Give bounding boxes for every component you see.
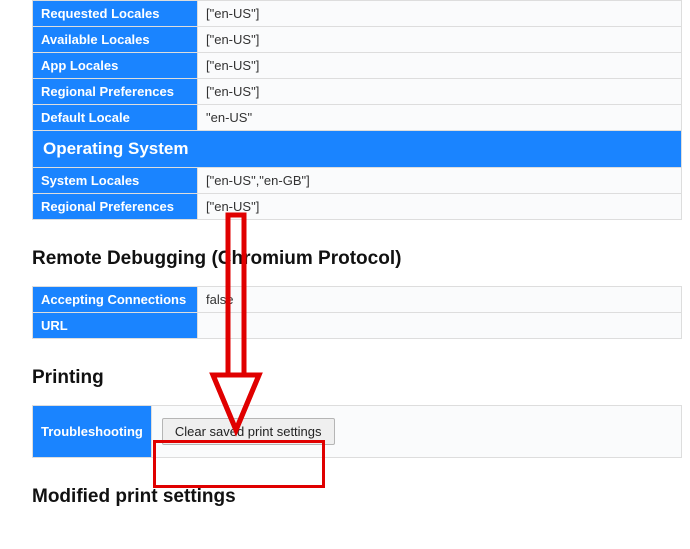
requested-locales-label: Requested Locales <box>33 1 198 27</box>
url-label: URL <box>33 313 198 339</box>
accepting-connections-value: false <box>198 287 682 313</box>
regional-preferences-label: Regional Preferences <box>33 79 198 105</box>
clear-saved-print-settings-button[interactable]: Clear saved print settings <box>162 418 335 445</box>
app-locales-value: ["en-US"] <box>198 53 682 79</box>
system-locales-value: ["en-US","en-GB"] <box>198 168 682 194</box>
printing-title: Printing <box>32 367 690 389</box>
table-row: Accepting Connections false <box>33 287 682 313</box>
table-row: Requested Locales ["en-US"] <box>33 1 682 27</box>
table-row: Regional Preferences ["en-US"] <box>33 79 682 105</box>
accepting-connections-label: Accepting Connections <box>33 287 198 313</box>
troubleshooting-label: Troubleshooting <box>33 406 152 458</box>
table-row: URL <box>33 313 682 339</box>
table-row: Default Locale "en-US" <box>33 105 682 131</box>
table-row: Regional Preferences ["en-US"] <box>33 194 682 220</box>
printing-table: Troubleshooting Clear saved print settin… <box>32 405 682 458</box>
remote-debugging-title: Remote Debugging (Chromium Protocol) <box>32 248 690 270</box>
default-locale-value: "en-US" <box>198 105 682 131</box>
default-locale-label: Default Locale <box>33 105 198 131</box>
regional-preferences-value: ["en-US"] <box>198 79 682 105</box>
remote-debugging-table: Accepting Connections false URL <box>32 286 682 339</box>
table-row: Troubleshooting Clear saved print settin… <box>33 406 682 458</box>
system-locales-label: System Locales <box>33 168 198 194</box>
available-locales-label: Available Locales <box>33 27 198 53</box>
modified-print-settings-title: Modified print settings <box>32 486 690 508</box>
section-header-row: Operating System <box>33 131 682 168</box>
url-value <box>198 313 682 339</box>
operating-system-header: Operating System <box>33 131 682 168</box>
available-locales-value: ["en-US"] <box>198 27 682 53</box>
table-row: System Locales ["en-US","en-GB"] <box>33 168 682 194</box>
os-regional-preferences-label: Regional Preferences <box>33 194 198 220</box>
os-regional-preferences-value: ["en-US"] <box>198 194 682 220</box>
requested-locales-value: ["en-US"] <box>198 1 682 27</box>
locale-table: Requested Locales ["en-US"] Available Lo… <box>32 0 682 220</box>
troubleshooting-cell: Clear saved print settings <box>151 406 681 458</box>
app-locales-label: App Locales <box>33 53 198 79</box>
table-row: Available Locales ["en-US"] <box>33 27 682 53</box>
table-row: App Locales ["en-US"] <box>33 53 682 79</box>
